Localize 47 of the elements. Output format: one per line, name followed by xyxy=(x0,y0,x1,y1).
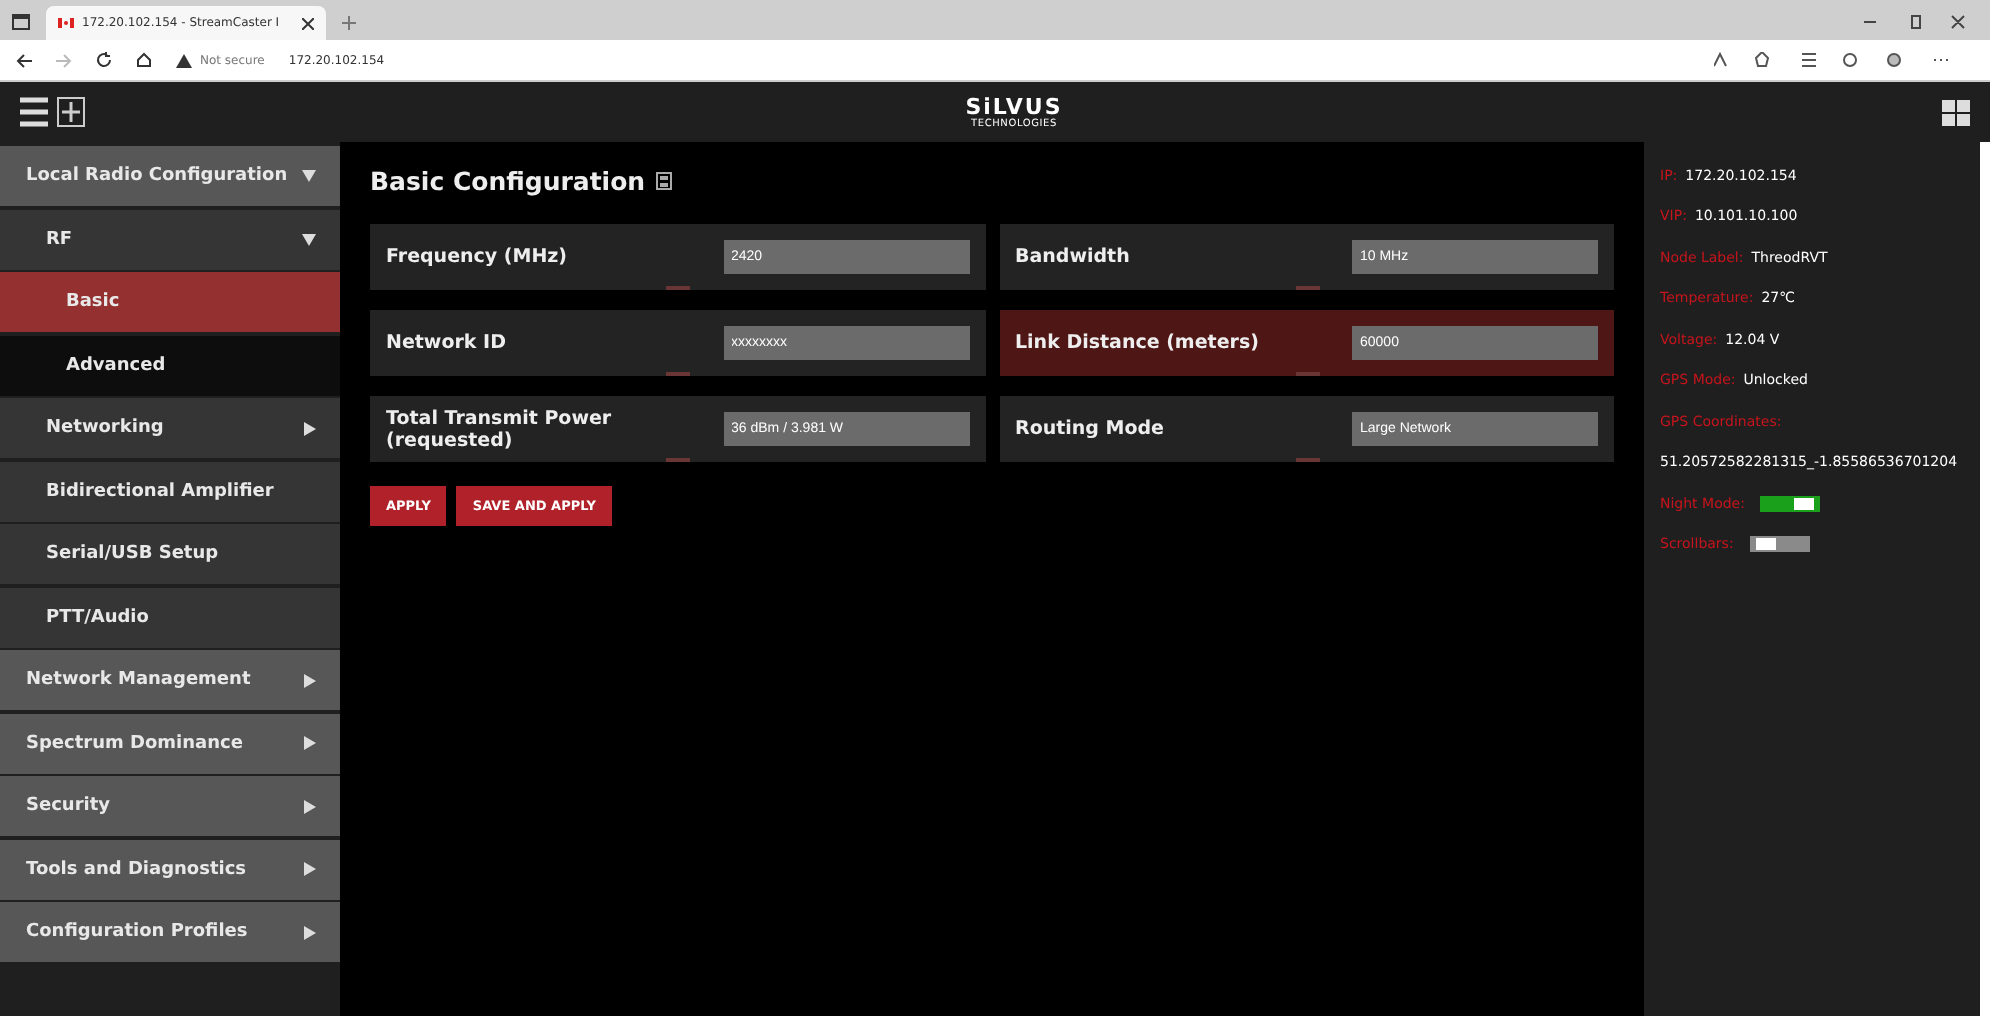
sidebar-item[interactable]: Configuration Profiles xyxy=(0,902,340,962)
setting-label: Network ID xyxy=(386,332,508,354)
menu-icon[interactable] xyxy=(20,96,86,128)
sidebar-item[interactable]: PTT/Audio xyxy=(0,587,340,647)
sidebar-item[interactable]: Advanced xyxy=(0,335,340,395)
sidebar-item[interactable]: Networking xyxy=(0,398,340,458)
sidebar-item[interactable]: Serial/USB Setup xyxy=(0,524,340,584)
page-title: Basic Configuration xyxy=(370,166,646,196)
underline-mark xyxy=(666,372,690,376)
close-icon[interactable] xyxy=(302,17,314,29)
flag-icon xyxy=(58,18,74,28)
setting-label: Total Transmit Power (requested) xyxy=(386,407,614,451)
setting-label: Frequency (MHz) xyxy=(386,246,570,268)
reload-icon[interactable] xyxy=(96,52,112,68)
toggle-switch[interactable] xyxy=(1749,536,1810,552)
underline-mark xyxy=(1295,286,1319,290)
toggle-switch[interactable] xyxy=(1760,495,1821,511)
setting-label: Routing Mode xyxy=(1015,418,1166,440)
caret-right-icon xyxy=(304,736,316,750)
sidebar-item[interactable]: Local Radio Configuration xyxy=(0,146,340,206)
underline-mark xyxy=(1295,458,1319,462)
new-tab-icon[interactable] xyxy=(342,16,356,30)
caret-down-icon xyxy=(302,170,316,182)
caret-right-icon xyxy=(304,673,316,687)
caret-right-icon xyxy=(304,862,316,876)
sidebar-item[interactable]: Spectrum Dominance xyxy=(0,713,340,773)
caret-right-icon xyxy=(304,799,316,813)
sidebar-item[interactable]: Basic xyxy=(0,272,340,332)
warning-icon xyxy=(176,53,192,67)
underline-mark xyxy=(1295,372,1319,376)
caret-down-icon xyxy=(302,233,316,245)
back-icon[interactable] xyxy=(16,53,32,67)
underline-mark xyxy=(666,286,690,290)
home-icon[interactable] xyxy=(136,52,152,68)
sidebar-item[interactable]: Security xyxy=(0,776,340,836)
sidebar-item[interactable]: Tools and Diagnostics xyxy=(0,839,340,899)
setting-label: Link Distance (meters) xyxy=(1015,332,1261,354)
tab-actions-icon[interactable] xyxy=(12,14,30,30)
grid-icon[interactable] xyxy=(1942,99,1970,125)
sidebar-item[interactable]: Bidirectional Amplifier xyxy=(0,461,340,521)
save-icon[interactable] xyxy=(655,172,672,190)
setting-label: Bandwidth xyxy=(1015,246,1132,268)
caret-right-icon xyxy=(304,925,316,939)
sidebar-item[interactable]: Network Management xyxy=(0,650,340,710)
sidebar-item[interactable]: RF xyxy=(0,209,340,269)
caret-right-icon xyxy=(304,421,316,435)
underline-mark xyxy=(666,458,690,462)
